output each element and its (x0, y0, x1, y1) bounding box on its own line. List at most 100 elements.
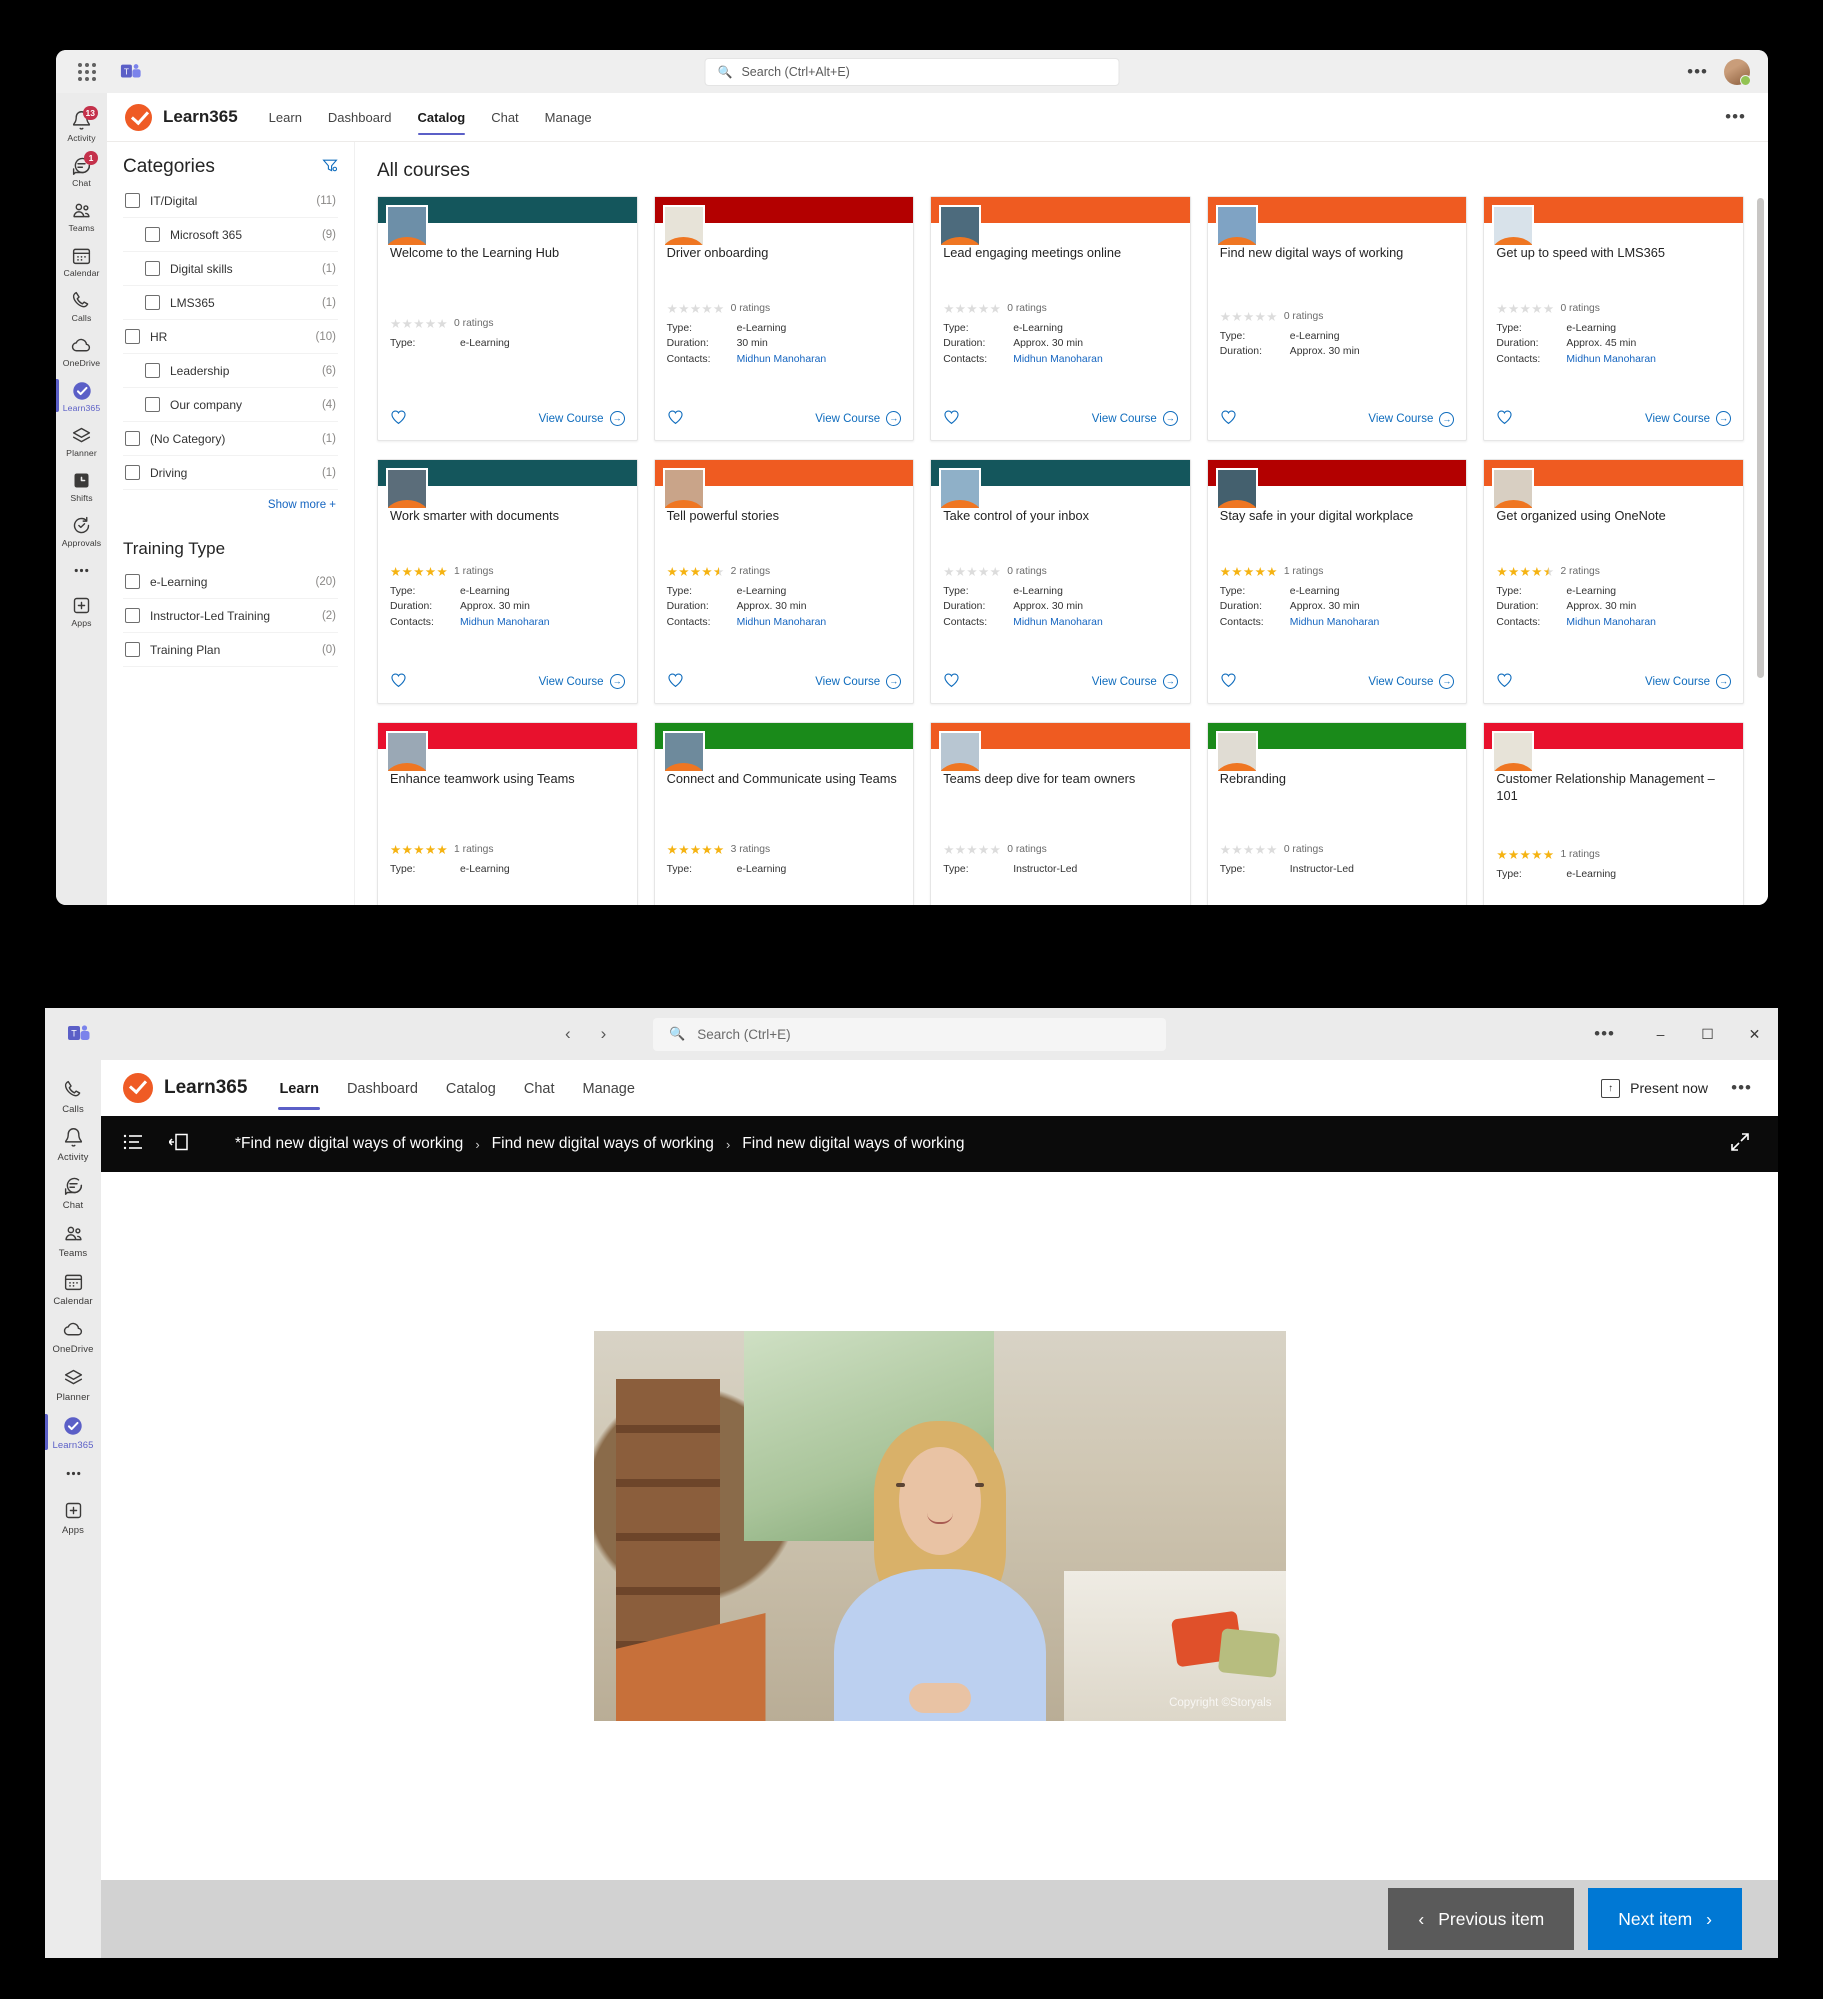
titlebar-overflow-icon[interactable]: ••• (1594, 1024, 1615, 1044)
app-overflow-icon[interactable]: ••• (1725, 107, 1746, 127)
rail-item-onedrive[interactable]: OneDrive (56, 328, 107, 373)
checkbox[interactable] (125, 608, 140, 623)
filter-icon[interactable] (322, 157, 338, 177)
checkbox[interactable] (145, 295, 160, 310)
rail-item-more[interactable] (56, 553, 107, 588)
course-contact-link[interactable]: Midhun Manoharan (460, 615, 550, 630)
course-video-frame[interactable]: Copyright ©Storyals (593, 1331, 1286, 1721)
view-course-link[interactable]: View Course → (539, 411, 625, 427)
rail-item-chat[interactable]: Chat (45, 1168, 101, 1216)
show-more-categories[interactable]: Show more + (123, 490, 338, 523)
titlebar-overflow-icon[interactable]: ••• (1687, 62, 1708, 82)
previous-item-button[interactable]: ‹ Previous item (1388, 1888, 1575, 1950)
scrollbar-thumb[interactable] (1757, 198, 1764, 678)
training-type-training-plan[interactable]: Training Plan (0) (123, 633, 338, 667)
checkbox[interactable] (125, 574, 140, 589)
training-type-e-learning[interactable]: e-Learning (20) (123, 565, 338, 599)
checkbox[interactable] (145, 363, 160, 378)
course-card[interactable]: Customer Relationship Management – 101 ★★… (1483, 722, 1744, 905)
rail-item-approvals[interactable]: Approvals (56, 508, 107, 553)
breadcrumb-item[interactable]: *Find new digital ways of working (235, 1135, 463, 1153)
category-lms365[interactable]: LMS365 (1) (123, 286, 338, 320)
rail-item-onedrive[interactable]: OneDrive (45, 1312, 101, 1360)
rail-item-calendar[interactable]: Calendar (56, 238, 107, 283)
view-course-link[interactable]: View Course → (1092, 411, 1178, 427)
training-type-instructor-led-training[interactable]: Instructor-Led Training (2) (123, 599, 338, 633)
view-course-link[interactable]: View Course → (1645, 674, 1731, 690)
rail-item-planner[interactable]: Planner (56, 418, 107, 463)
checkbox[interactable] (125, 193, 140, 208)
view-course-link[interactable]: View Course → (815, 411, 902, 427)
forward-icon[interactable]: › (601, 1024, 607, 1044)
course-card[interactable]: Get up to speed with LMS365 ★★★★★ 0 rating… (1483, 196, 1744, 441)
rail-item-activity[interactable]: Activity (45, 1120, 101, 1168)
rail-item-activity[interactable]: 13 Activity (56, 103, 107, 148)
course-card[interactable]: Take control of your inbox ★★★★★ 0 ratings… (930, 459, 1191, 704)
heart-icon[interactable] (943, 409, 960, 429)
course-card[interactable]: Connect and Communicate using Teams ★★★★★… (653, 722, 915, 905)
catalog-scrollbar[interactable] (1757, 150, 1765, 897)
course-card[interactable]: Enhance teamwork using Teams ★★★★★ 1 ratin… (377, 722, 638, 905)
heart-icon[interactable] (1496, 672, 1513, 692)
outline-list-icon[interactable] (123, 1133, 143, 1156)
heart-icon[interactable] (1220, 672, 1237, 692)
minimize-button[interactable]: – (1637, 1008, 1684, 1060)
rail-item-shifts[interactable]: Shifts (56, 463, 107, 508)
rail-item-learn365[interactable]: Learn365 (45, 1408, 101, 1456)
tab-catalog[interactable]: Catalog (407, 96, 477, 138)
breadcrumb-item[interactable]: Find new digital ways of working (492, 1135, 714, 1153)
heart-icon[interactable] (390, 672, 407, 692)
maximize-button[interactable]: ☐ (1684, 1008, 1731, 1060)
rail-item-calendar[interactable]: Calendar (45, 1264, 101, 1312)
course-card[interactable]: Driver onboarding ★★★★★ 0 ratings Type: e-Le… (653, 196, 915, 441)
tab-learn[interactable]: Learn (258, 96, 313, 138)
app-overflow-icon[interactable]: ••• (1731, 1078, 1752, 1098)
heart-icon[interactable] (1496, 409, 1513, 429)
heart-icon[interactable] (667, 409, 684, 429)
checkbox[interactable] (145, 397, 160, 412)
avatar[interactable] (1724, 58, 1751, 86)
checkbox[interactable] (125, 431, 140, 446)
close-button[interactable]: ✕ (1731, 1008, 1778, 1060)
course-contact-link[interactable]: Midhun Manoharan (1013, 352, 1103, 367)
collapse-panel-icon[interactable] (167, 1132, 189, 1157)
heart-icon[interactable] (667, 672, 684, 692)
category-our-company[interactable]: Our company (4) (123, 388, 338, 422)
rail-item-calls[interactable]: Calls (45, 1072, 101, 1120)
view-course-link[interactable]: View Course → (1645, 411, 1731, 427)
view-course-link[interactable]: View Course → (1368, 411, 1455, 427)
tab-dashboard[interactable]: Dashboard (317, 96, 403, 138)
course-card[interactable]: Tell powerful stories ★★★★★ 2 ratings Type:… (653, 459, 915, 704)
rail-item-calls[interactable]: Calls (56, 283, 107, 328)
checkbox[interactable] (125, 642, 140, 657)
course-card[interactable]: Lead engaging meetings online ★★★★★ 0 rati… (930, 196, 1191, 441)
rail-item-more[interactable] (45, 1456, 101, 1493)
heart-icon[interactable] (943, 672, 960, 692)
course-contact-link[interactable]: Midhun Manoharan (1566, 352, 1656, 367)
category-leadership[interactable]: Leadership (6) (123, 354, 338, 388)
course-contact-link[interactable]: Midhun Manoharan (737, 352, 827, 367)
tab-chat[interactable]: Chat (512, 1064, 567, 1113)
back-icon[interactable]: ‹ (565, 1024, 571, 1044)
tab-manage[interactable]: Manage (571, 1064, 647, 1113)
course-card[interactable]: Teams deep dive for team owners ★★★★★ 0 ra… (930, 722, 1191, 905)
course-contact-link[interactable]: Midhun Manoharan (1290, 615, 1380, 630)
search-input[interactable]: 🔍 Search (Ctrl+Alt+E) (704, 57, 1120, 86)
rail-item-apps[interactable]: Apps (45, 1493, 101, 1541)
course-card[interactable]: Work smarter with documents ★★★★★ 1 rating… (377, 459, 638, 704)
fullscreen-icon[interactable] (1730, 1132, 1750, 1157)
course-contact-link[interactable]: Midhun Manoharan (1013, 615, 1103, 630)
tab-dashboard[interactable]: Dashboard (335, 1064, 430, 1113)
rail-item-apps[interactable]: Apps (56, 588, 107, 633)
tab-manage[interactable]: Manage (534, 96, 603, 138)
category-microsoft-365[interactable]: Microsoft 365 (9) (123, 218, 338, 252)
course-contact-link[interactable]: Midhun Manoharan (737, 615, 827, 630)
category-hr[interactable]: HR (10) (123, 320, 338, 354)
app-launcher-icon[interactable] (78, 62, 96, 81)
course-card[interactable]: Stay safe in your digital workplace ★★★★★… (1206, 459, 1468, 704)
checkbox[interactable] (145, 227, 160, 242)
rail-item-planner[interactable]: Planner (45, 1360, 101, 1408)
present-now-button[interactable]: ↑ Present now (1601, 1078, 1708, 1098)
course-card[interactable]: Rebranding ★★★★★ 0 ratings Type: Instructor-… (1206, 722, 1468, 905)
checkbox[interactable] (125, 465, 140, 480)
